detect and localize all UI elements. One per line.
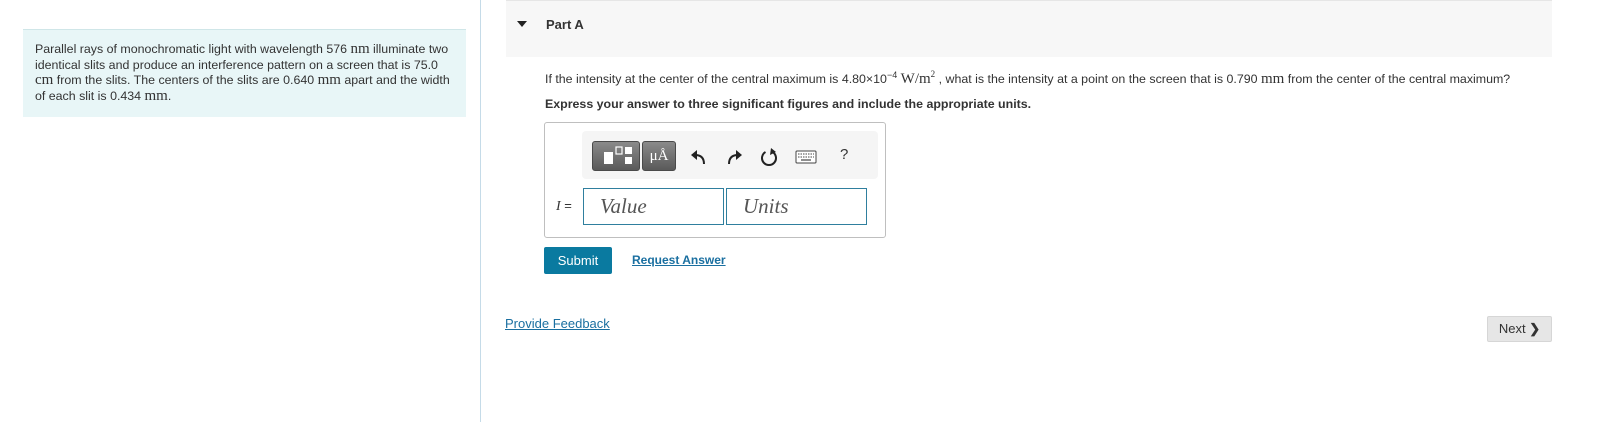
unit-mm: mm: [1260, 71, 1285, 87]
question-text-segment: from the center of the central maximum?: [1284, 72, 1511, 86]
undo-icon[interactable]: [688, 147, 710, 169]
next-button[interactable]: Next ❯: [1487, 316, 1552, 342]
help-icon[interactable]: ?: [840, 146, 848, 168]
equals-sign: =: [560, 198, 572, 213]
question-text: If the intensity at the center of the ce…: [545, 69, 1510, 88]
units-button-label: μÅ: [649, 148, 669, 164]
units-input[interactable]: [726, 188, 867, 225]
redo-icon[interactable]: [723, 147, 745, 169]
unit-mm: mm: [144, 87, 168, 104]
answer-box: μÅ ? I =: [544, 122, 886, 238]
problem-statement-panel: Parallel rays of monochromatic light wit…: [23, 29, 466, 117]
column-divider: [480, 0, 481, 422]
submit-button[interactable]: Submit: [544, 247, 612, 274]
answer-variable-label: I =: [556, 198, 572, 215]
value-input[interactable]: [583, 188, 724, 225]
problem-text-segment: from the slits. The centers of the slits…: [53, 73, 318, 87]
chevron-right-icon: ❯: [1529, 321, 1541, 336]
collapse-triangle-icon[interactable]: [516, 19, 528, 29]
part-title: Part A: [546, 17, 584, 32]
request-answer-link[interactable]: Request Answer: [632, 253, 726, 267]
units-button[interactable]: μÅ: [642, 141, 676, 171]
templates-icon: [604, 146, 632, 164]
unit-w-m: W/m: [900, 71, 931, 87]
templates-button[interactable]: [592, 141, 640, 171]
unit-mm: mm: [317, 72, 341, 88]
part-header[interactable]: Part A: [506, 0, 1552, 57]
problem-text-segment: Parallel rays of monochromatic light wit…: [35, 42, 351, 56]
question-text-segment: , what is the intensity at a point on th…: [935, 72, 1261, 86]
unit-w-per-m2: W/m2: [900, 69, 936, 87]
question-text-segment: If the intensity at the center of the ce…: [545, 72, 887, 86]
math-toolbar: μÅ ?: [582, 131, 878, 179]
unit-nm: nm: [350, 41, 370, 57]
keyboard-icon[interactable]: [795, 150, 817, 164]
problem-statement: Parallel rays of monochromatic light wit…: [35, 41, 455, 104]
reset-icon[interactable]: [758, 147, 780, 169]
exponent: −4: [886, 69, 898, 80]
next-label: Next: [1498, 321, 1526, 336]
provide-feedback-link[interactable]: Provide Feedback: [505, 316, 610, 331]
answer-instruction: Express your answer to three significant…: [545, 97, 1032, 111]
unit-cm: cm: [35, 72, 54, 88]
problem-text-segment: .: [167, 88, 172, 103]
